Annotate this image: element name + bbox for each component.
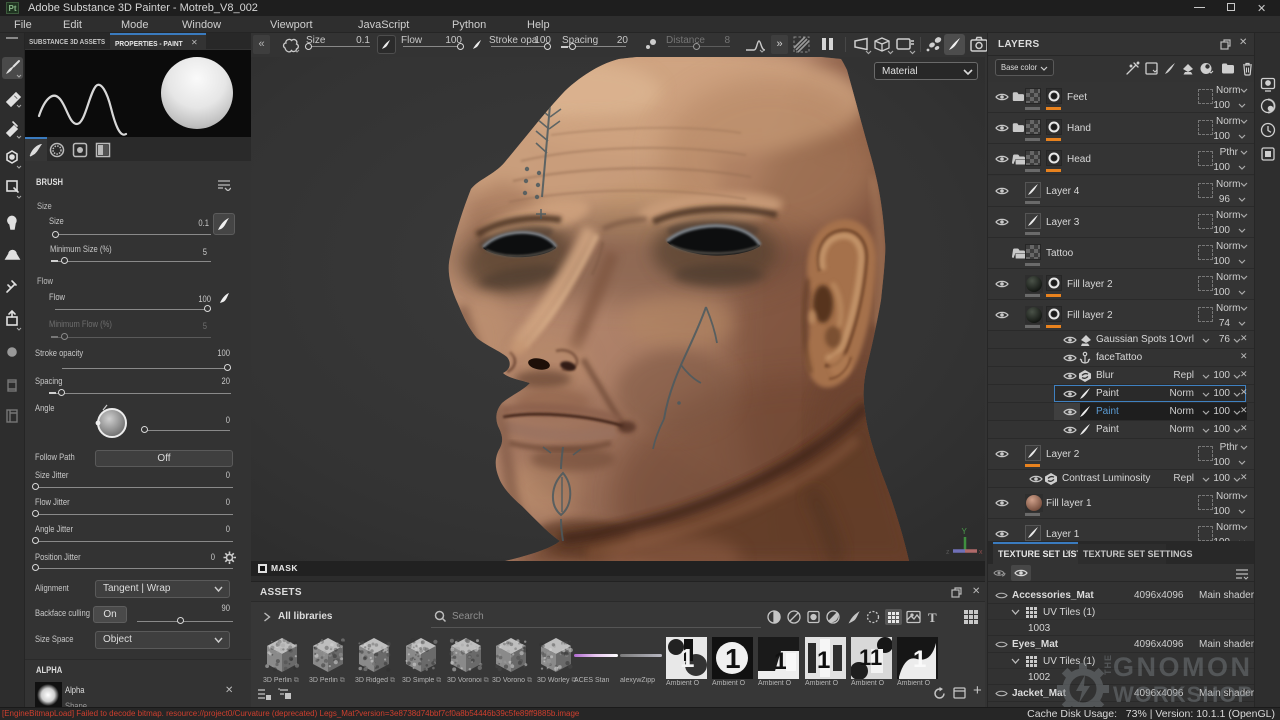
svg-text:WORKSHOP: WORKSHOP — [1113, 682, 1253, 707]
svg-text:1: 1 — [817, 647, 830, 674]
svg-text:GNOMON: GNOMON — [1113, 652, 1253, 682]
svg-text:Y: Y — [962, 527, 968, 536]
svg-text:THE: THE — [1103, 654, 1113, 675]
svg-text:1: 1 — [725, 643, 741, 674]
svg-text:1: 1 — [913, 646, 926, 673]
svg-text:1: 1 — [774, 648, 787, 675]
svg-text:x: x — [979, 549, 983, 556]
svg-text:T: T — [928, 610, 937, 625]
svg-text:z: z — [946, 549, 950, 556]
svg-text:1: 1 — [680, 643, 694, 673]
svg-text:11: 11 — [859, 645, 882, 670]
